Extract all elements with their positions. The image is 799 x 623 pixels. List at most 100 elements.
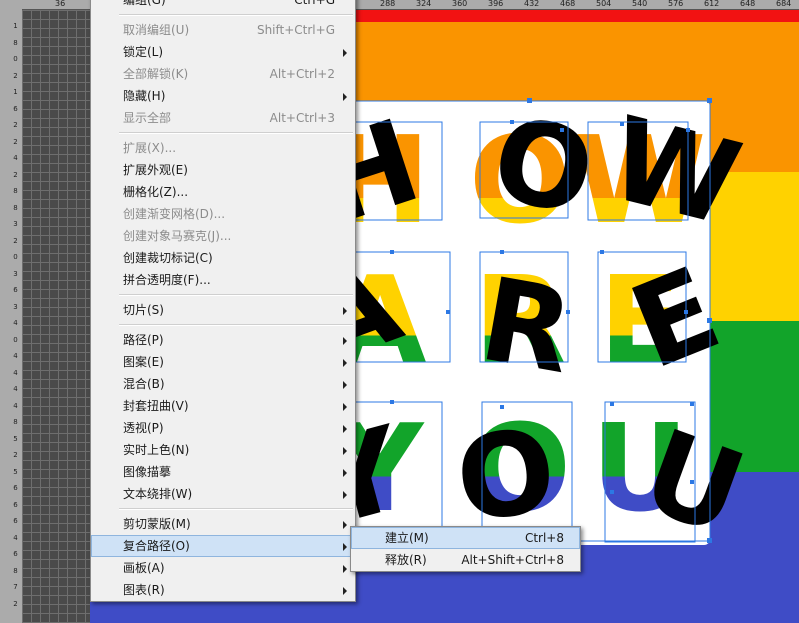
menu-item-label: 图表(R)	[123, 583, 165, 597]
menu-item-label: 创建渐变网格(D)...	[123, 207, 226, 221]
menu-item-2[interactable]: 锁定(L)	[91, 41, 355, 63]
ruler-tick-label: 288	[380, 0, 396, 8]
object-menu[interactable]: 编组(G) Ctrl+G 取消编组(U) Shift+Ctrl+G 锁定(L) 全部解锁(…	[90, 0, 356, 602]
submenu-arrow-icon	[343, 447, 347, 455]
menu-item-label: 扩展外观(E)	[123, 163, 188, 177]
ruler-tick-label: 0	[13, 253, 18, 261]
menu-separator	[119, 294, 353, 296]
menu-item-16[interactable]: 混合(B)	[91, 373, 355, 395]
ruler-tick-label: 8	[13, 187, 18, 195]
menu-item-9: 创建渐变网格(D)...	[91, 203, 355, 225]
menu-item-18[interactable]: 透视(P)	[91, 417, 355, 439]
menu-item-20[interactable]: 图像描摹	[91, 461, 355, 483]
submenu-arrow-icon	[343, 307, 347, 315]
ruler-tick-label: 4	[13, 368, 18, 377]
menu-item-0[interactable]: 编组(G) Ctrl+G	[91, 0, 355, 11]
ruler-tick-label: 576	[668, 0, 684, 8]
ruler-tick-label: 2	[13, 599, 18, 608]
menu-item-21[interactable]: 文本绕排(W)	[91, 483, 355, 505]
menu-item-label: 全部解锁(K)	[123, 67, 189, 81]
menu-item-label: 画板(A)	[123, 561, 165, 575]
ruler-tick-label: 1	[13, 22, 18, 30]
menu-item-label: 切片(S)	[123, 303, 164, 317]
ruler-tick-label: 0	[13, 55, 18, 63]
menu-item-label: 路径(P)	[123, 333, 164, 347]
ruler-tick-label: 3	[13, 269, 18, 278]
ruler-tick-label: 1	[13, 88, 18, 96]
menu-item-13[interactable]: 切片(S)	[91, 299, 355, 321]
ruler-tick-label: 3	[13, 302, 18, 311]
ruler-tick-label: 684	[776, 0, 792, 8]
submenu-arrow-icon	[343, 587, 347, 595]
ruler-tick-label: 648	[740, 0, 756, 8]
ruler-tick-label: 4	[13, 533, 18, 542]
ruler-tick-label: 8	[13, 418, 18, 426]
menu-item-12[interactable]: 拼合透明度(F)...	[91, 269, 355, 291]
menu-item-5: 显示全部 Alt+Ctrl+3	[91, 107, 355, 129]
menu-item-8[interactable]: 栅格化(Z)...	[91, 181, 355, 203]
ruler-tick-label: 6	[13, 550, 18, 558]
menu-item-shortcut: Alt+Ctrl+2	[269, 67, 335, 81]
submenu-arrow-icon	[343, 49, 347, 57]
menu-item-label: 取消编组(U)	[123, 23, 190, 37]
menu-item-7[interactable]: 扩展外观(E)	[91, 159, 355, 181]
menu-item-label: 复合路径(O)	[123, 539, 190, 553]
menu-item-19[interactable]: 实时上色(N)	[91, 439, 355, 461]
menu-item-label: 透视(P)	[123, 421, 164, 435]
menu-item-23[interactable]: 复合路径(O)	[91, 535, 355, 557]
menu-item-label: 创建裁切标记(C)	[123, 251, 213, 265]
ruler-tick-label: 6	[13, 500, 18, 509]
menu-item-11[interactable]: 创建裁切标记(C)	[91, 247, 355, 269]
submenu-item-1[interactable]: 释放(R) Alt+Shift+Ctrl+8	[351, 549, 580, 571]
menu-item-10: 创建对象马赛克(J)...	[91, 225, 355, 247]
menu-item-label: 扩展(X)...	[123, 141, 177, 155]
menu-item-label: 实时上色(N)	[123, 443, 190, 457]
ruler-tick-label: 6	[13, 517, 18, 525]
ruler-tick-label: 7	[13, 583, 18, 591]
menu-separator	[119, 14, 353, 16]
menu-item-6: 扩展(X)...	[91, 137, 355, 159]
submenu-item-shortcut: Ctrl+8	[524, 531, 564, 545]
submenu-arrow-icon	[343, 521, 347, 529]
ruler-tick-label: 2	[13, 170, 18, 179]
vertical-ruler[interactable]: 1 8 0 2 1 6 2 2 4 2 8 8 3 2 0 3 6 3 4 0 4 4 4 4 8 5 2 5 6 6 6 4 6 8 7 2	[0, 9, 23, 623]
ruler-tick-label: 8	[13, 566, 18, 575]
menu-item-17[interactable]: 封套扭曲(V)	[91, 395, 355, 417]
menu-item-label: 栅格化(Z)...	[123, 185, 189, 199]
ruler-tick-label: 504	[596, 0, 612, 8]
menu-item-label: 混合(B)	[123, 377, 165, 391]
menu-separator	[119, 324, 353, 326]
submenu-item-0[interactable]: 建立(M) Ctrl+8	[351, 527, 580, 549]
menu-item-4[interactable]: 隐藏(H)	[91, 85, 355, 107]
submenu-arrow-icon	[343, 425, 347, 433]
ruler-tick-label: 3	[13, 220, 18, 228]
ruler-tick-label: 6	[13, 104, 18, 113]
submenu-item-label: 建立(M)	[385, 531, 429, 545]
submenu-arrow-icon	[343, 469, 347, 477]
menu-item-3: 全部解锁(K) Alt+Ctrl+2	[91, 63, 355, 85]
submenu-arrow-icon	[343, 381, 347, 389]
ruler-tick-label: 324	[416, 0, 432, 8]
submenu-arrow-icon	[343, 337, 347, 345]
ruler-tick-label: 468	[560, 0, 576, 8]
menu-item-22[interactable]: 剪切蒙版(M)	[91, 513, 355, 535]
menu-item-14[interactable]: 路径(P)	[91, 329, 355, 351]
submenu-arrow-icon	[343, 543, 347, 551]
menu-item-label: 隐藏(H)	[123, 89, 166, 103]
menu-item-25[interactable]: 图表(R)	[91, 579, 355, 601]
menu-item-1: 取消编组(U) Shift+Ctrl+G	[91, 19, 355, 41]
ruler-tick-label: 2	[13, 236, 18, 245]
menu-item-15[interactable]: 图案(E)	[91, 351, 355, 373]
menu-item-label: 图案(E)	[123, 355, 164, 369]
ruler-tick-label: 0	[13, 335, 18, 344]
submenu-arrow-icon	[343, 491, 347, 499]
submenu-arrow-icon	[343, 359, 347, 367]
compound-path-submenu[interactable]: 建立(M) Ctrl+8 释放(R) Alt+Shift+Ctrl+8	[350, 526, 581, 572]
menu-item-label: 剪切蒙版(M)	[123, 517, 191, 531]
ruler-tick-label: 4	[13, 319, 18, 327]
ruler-tick-label: 5	[13, 434, 18, 443]
ruler-tick-label: 540	[632, 0, 648, 8]
ruler-tick-label: 8	[13, 38, 18, 47]
menu-item-24[interactable]: 画板(A)	[91, 557, 355, 579]
ruler-tick-label: 2	[13, 137, 18, 146]
